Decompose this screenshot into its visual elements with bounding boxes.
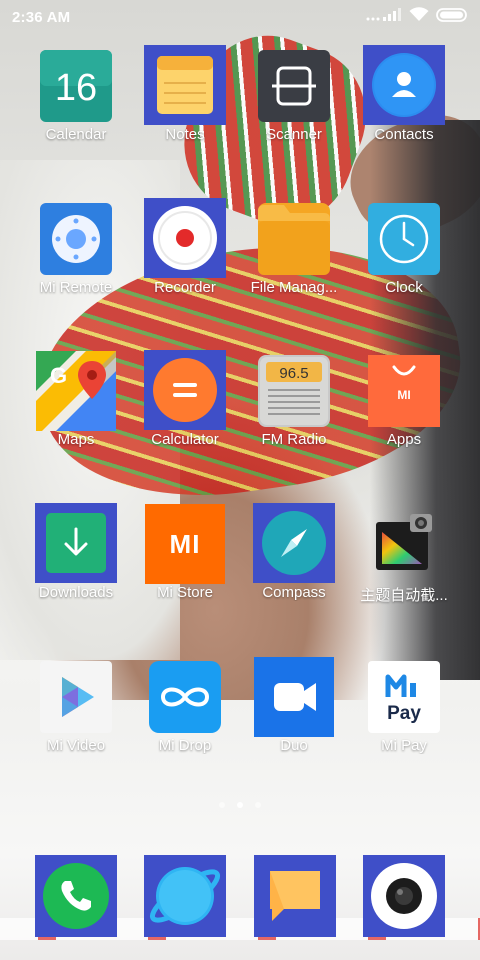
calendar-day: 16 <box>55 67 97 109</box>
app-label: 主题自动截... <box>360 587 448 604</box>
app-contacts[interactable]: Contacts <box>349 45 459 176</box>
svg-text:G: G <box>50 363 67 388</box>
calendar-icon: 16 <box>38 48 114 124</box>
dock-browser[interactable] <box>144 855 226 937</box>
app-mi-drop[interactable]: Mi Drop <box>130 659 240 787</box>
app-calculator[interactable]: Calculator <box>130 350 240 481</box>
app-label: File Manag... <box>250 279 338 296</box>
status-bar: 2:36 AM <box>0 0 480 34</box>
messaging-icon <box>254 871 336 941</box>
dock-messaging[interactable] <box>254 855 336 937</box>
radio-icon: 96.5 <box>256 353 332 429</box>
phone-icon <box>35 863 117 941</box>
mi-store-icon: MI <box>145 504 225 584</box>
app-compass[interactable]: Compass <box>239 503 349 634</box>
app-label: Calculator <box>151 431 219 448</box>
page-dot[interactable] <box>255 802 261 808</box>
compass-icon <box>253 503 335 583</box>
page-dot[interactable] <box>219 802 225 808</box>
app-label: Mi Pay <box>381 737 427 754</box>
app-label: Mi Drop <box>158 737 212 754</box>
app-label: Clock <box>385 279 423 296</box>
remote-icon <box>38 201 114 277</box>
duo-video-icon <box>254 657 334 737</box>
svg-text:MI: MI <box>397 388 410 402</box>
browser-icon <box>144 867 226 941</box>
signal-icon <box>366 7 402 27</box>
app-theme-screenshot[interactable]: 主题自动截... <box>349 506 459 634</box>
download-icon <box>35 503 117 583</box>
app-duo[interactable]: Duo <box>239 657 349 787</box>
app-notes[interactable]: Notes <box>130 45 240 176</box>
app-label: Compass <box>262 584 326 601</box>
app-label: Downloads <box>38 584 114 601</box>
page-dot-active[interactable] <box>237 802 243 808</box>
calculator-icon <box>144 350 226 430</box>
recorder-icon <box>144 198 226 278</box>
app-calendar[interactable]: 16 Calendar <box>21 48 131 176</box>
theme-screenshot-icon <box>366 506 442 582</box>
app-label: Scanner <box>266 126 322 143</box>
mi-logo: MI <box>170 529 201 559</box>
dock-phone[interactable] <box>35 855 117 937</box>
pay-text: Pay <box>387 703 421 724</box>
radio-frequency: 96.5 <box>279 365 308 382</box>
clock-icon <box>366 201 442 277</box>
app-label: Apps <box>386 431 422 448</box>
dock-camera[interactable] <box>363 855 445 937</box>
wifi-icon <box>409 7 429 27</box>
app-label: Mi Video <box>46 737 106 754</box>
camera-icon <box>363 863 445 941</box>
app-label: Mi Remote <box>39 279 113 296</box>
app-fm-radio[interactable]: 96.5 FM Radio <box>239 353 349 481</box>
app-label: Notes <box>165 126 205 143</box>
video-play-icon <box>38 659 114 735</box>
app-downloads[interactable]: Downloads <box>21 503 131 634</box>
app-clock[interactable]: Clock <box>349 201 459 329</box>
status-time: 2:36 AM <box>12 8 71 26</box>
app-label: Mi Store <box>157 584 213 601</box>
app-label: Calendar <box>45 126 107 143</box>
app-scanner[interactable]: Scanner <box>239 48 349 176</box>
app-label: Recorder <box>154 279 216 296</box>
mi-pay-icon: Pay <box>366 659 442 735</box>
mi-drop-icon <box>147 659 223 735</box>
app-mi-pay[interactable]: Pay Mi Pay <box>349 659 459 787</box>
notes-icon <box>144 45 226 125</box>
scanner-icon <box>256 48 332 124</box>
app-mi-store[interactable]: MI Mi Store <box>130 504 240 634</box>
app-mi-remote[interactable]: Mi Remote <box>21 201 131 329</box>
app-label: Maps <box>57 431 95 448</box>
app-store-icon: MI <box>366 353 442 429</box>
folder-icon <box>256 201 332 277</box>
battery-icon <box>436 7 468 27</box>
app-apps[interactable]: MI Apps <box>349 353 459 481</box>
app-recorder[interactable]: Recorder <box>130 198 240 329</box>
contacts-icon <box>363 45 445 125</box>
maps-icon: G <box>36 351 116 431</box>
app-maps[interactable]: G Maps <box>21 351 131 481</box>
app-label: FM Radio <box>261 431 327 448</box>
page-indicator <box>0 802 480 812</box>
app-mi-video[interactable]: Mi Video <box>21 659 131 787</box>
app-file-manager[interactable]: File Manag... <box>239 201 349 329</box>
app-label: Duo <box>280 737 308 754</box>
app-label: Contacts <box>374 126 434 143</box>
